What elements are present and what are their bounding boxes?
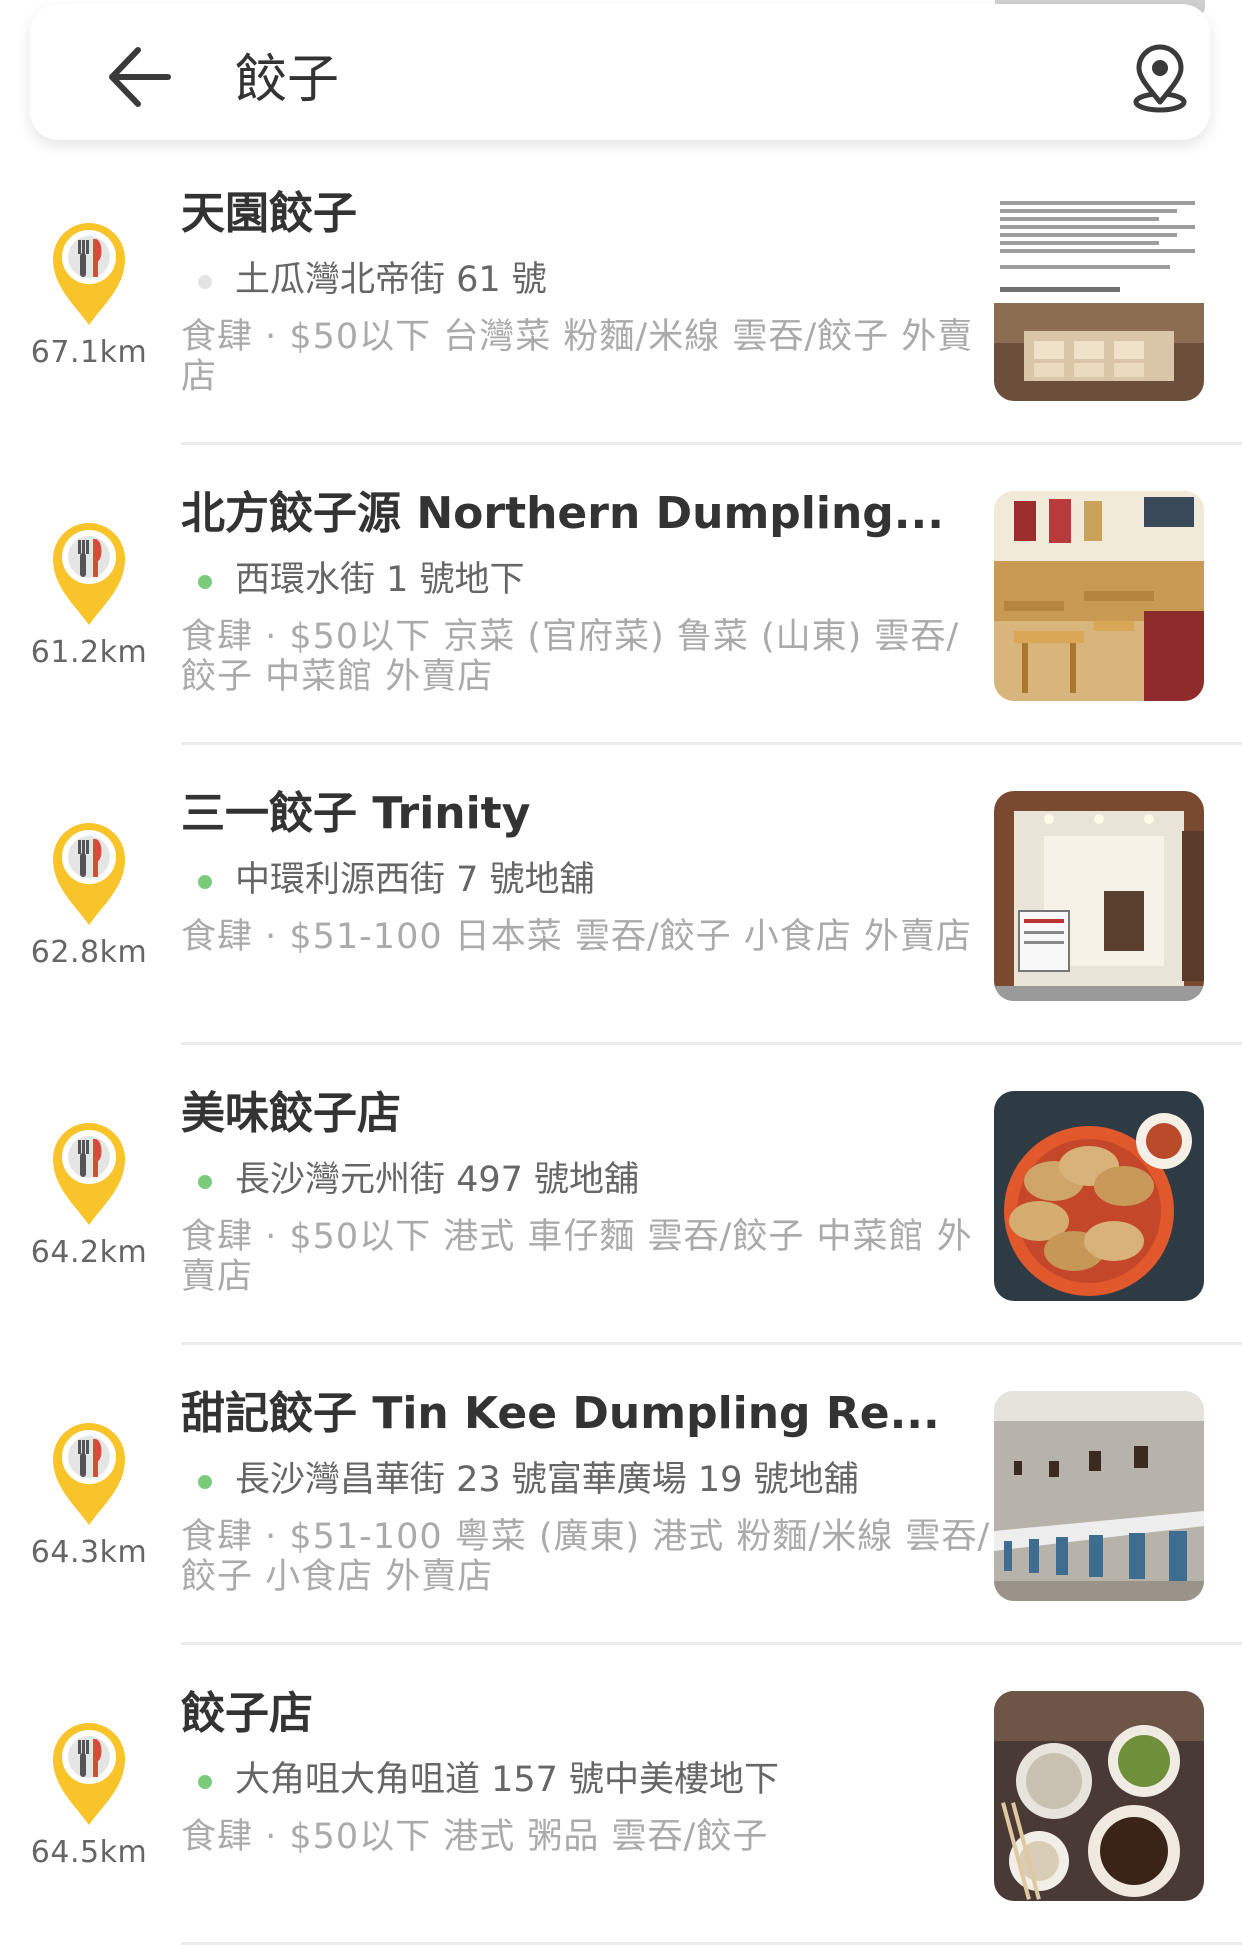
distance-label: 61.2km: [30, 635, 148, 670]
dishes-table-photo[interactable]: [994, 1691, 1204, 1901]
map-location-icon[interactable]: [1125, 44, 1195, 114]
restaurant-name: 餃子店: [181, 1688, 313, 1739]
status-dot: [198, 575, 212, 589]
status-dot: [198, 875, 212, 889]
restaurant-interior-photo[interactable]: [994, 491, 1204, 701]
result-item[interactable]: 64.2km 美味餃子店長沙灣元州街 497 號地舖食肆 · $50以下 港式 車…: [0, 1045, 1242, 1345]
restaurant-pin-icon: [45, 515, 133, 627]
restaurant-name: 北方餃子源 Northern Dumpling...: [181, 488, 944, 539]
restaurant-address: 長沙灣元州街 497 號地舖: [235, 1160, 640, 1200]
restaurant-address: 土瓜灣北帝街 61 號: [235, 260, 547, 300]
restaurant-pin-icon: [45, 1715, 133, 1827]
restaurant-pin-icon: [45, 1415, 133, 1527]
long-counter-photo[interactable]: [994, 1391, 1204, 1601]
restaurant-name: 美味餃子店: [181, 1088, 401, 1139]
restaurant-address: 長沙灣昌華街 23 號富華廣場 19 號地舖: [235, 1460, 859, 1500]
distance-label: 67.1km: [30, 335, 148, 370]
restaurant-address: 西環水街 1 號地下: [235, 560, 525, 600]
distance-label: 64.3km: [30, 1535, 148, 1570]
restaurant-address: 中環利源西街 7 號地舖: [235, 860, 595, 900]
restaurant-pin-icon: [45, 815, 133, 927]
back-arrow-icon[interactable]: [104, 44, 174, 110]
restaurant-tags: 食肆 · $50以下 台灣菜 粉麵/米線 雲吞/餃子 外賣店: [181, 317, 974, 397]
restaurant-address: 大角咀大角咀道 157 號中美樓地下: [235, 1760, 780, 1800]
status-dot: [198, 1175, 212, 1189]
restaurant-name: 三一餃子 Trinity: [181, 788, 531, 839]
result-item[interactable]: 61.2km 北方餃子源 Northern Dumpling... 西環水街 1 號…: [0, 445, 1242, 745]
distance-label: 64.5km: [30, 1835, 148, 1870]
result-item[interactable]: 67.1km 天園餃子土瓜灣北帝街 61 號食肆 · $50以下 台灣菜 粉麵/米…: [0, 145, 1242, 445]
distance-label: 62.8km: [30, 935, 148, 970]
status-dot: [198, 1775, 212, 1789]
result-item[interactable]: 64.5km 餃子店大角咀大角咀道 157 號中美樓地下食肆 · $50以下 港式…: [0, 1645, 1242, 1945]
restaurant-tags: 食肆 · $51-100 日本菜 雲吞/餃子 小食店 外賣店: [181, 917, 972, 957]
menu-notice-photo[interactable]: [994, 191, 1204, 401]
restaurant-pin-icon: [45, 215, 133, 327]
search-input[interactable]: [235, 34, 1055, 114]
search-bar: [30, 4, 1210, 140]
restaurant-tags: 食肆 · $50以下 京菜 (官府菜) 鲁菜 (山東) 雲吞/餃子 中菜館 外賣…: [181, 617, 960, 697]
restaurant-name: 甜記餃子 Tin Kee Dumpling Re...: [181, 1388, 940, 1439]
shopfront-photo[interactable]: [994, 791, 1204, 1001]
restaurant-tags: 食肆 · $50以下 港式 車仔麵 雲吞/餃子 中菜館 外賣店: [181, 1217, 973, 1297]
status-dot: [198, 1475, 212, 1489]
fried-dumplings-photo[interactable]: [994, 1091, 1204, 1301]
result-item[interactable]: 64.3km 甜記餃子 Tin Kee Dumpling Re... 長沙灣昌華街 …: [0, 1345, 1242, 1645]
results-list: 67.1km 天園餃子土瓜灣北帝街 61 號食肆 · $50以下 台灣菜 粉麵/米…: [0, 145, 1242, 1945]
restaurant-pin-icon: [45, 1115, 133, 1227]
distance-label: 64.2km: [30, 1235, 148, 1270]
restaurant-tags: 食肆 · $51-100 粵菜 (廣東) 港式 粉麵/米線 雲吞/餃子 小食店 …: [181, 1517, 991, 1597]
status-dot: [198, 275, 212, 289]
result-item[interactable]: 62.8km 三一餃子 Trinity 中環利源西街 7 號地舖食肆 · $51-1…: [0, 745, 1242, 1045]
restaurant-name: 天園餃子: [181, 188, 357, 239]
restaurant-tags: 食肆 · $50以下 港式 粥品 雲吞/餃子: [181, 1817, 769, 1857]
